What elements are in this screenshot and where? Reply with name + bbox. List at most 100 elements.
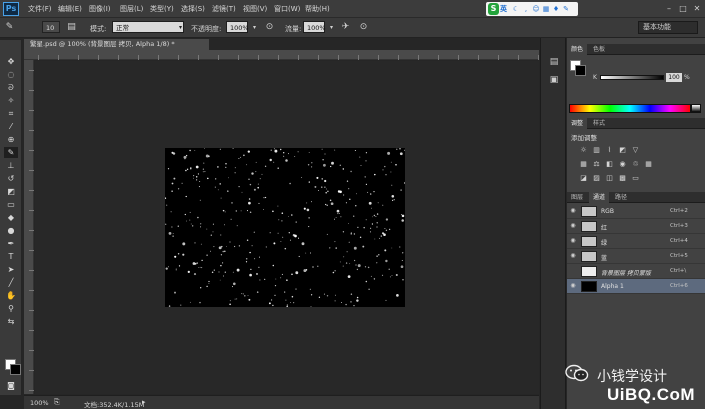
- eye-icon[interactable]: ◉: [569, 237, 577, 245]
- levels-icon[interactable]: ▥: [592, 146, 601, 154]
- tab-swatches[interactable]: 色板: [589, 44, 609, 55]
- k-slider[interactable]: [600, 75, 664, 80]
- channel-row-alpha-1[interactable]: ◉ Alpha 1 Ctrl+6: [567, 279, 705, 294]
- menu-view[interactable]: 视图(V): [243, 4, 267, 14]
- channel-row-rgb[interactable]: ◉ RGB Ctrl+2: [567, 204, 705, 219]
- opacity-input[interactable]: 100%: [226, 21, 249, 33]
- brush-tool-icon[interactable]: ✎: [4, 22, 15, 33]
- curves-icon[interactable]: ⌇: [605, 146, 614, 154]
- tab-layers[interactable]: 图层: [567, 192, 587, 203]
- color-spectrum[interactable]: [569, 104, 691, 113]
- exposure-icon[interactable]: ◩: [618, 146, 627, 154]
- zoom-tool-icon[interactable]: ⚲: [4, 303, 18, 314]
- lasso-tool-icon[interactable]: ᘐ: [4, 82, 18, 93]
- status-export-icon[interactable]: ⎘: [54, 398, 60, 407]
- eye-icon[interactable]: ◉: [569, 222, 577, 230]
- pen-tool-icon[interactable]: ✒: [4, 238, 18, 249]
- black-white-icon[interactable]: ◧: [605, 160, 614, 168]
- selective-color-icon[interactable]: ▩: [618, 174, 627, 182]
- quick-select-tool-icon[interactable]: ✧: [4, 95, 18, 106]
- clone-stamp-tool-icon[interactable]: ⊥: [4, 160, 18, 171]
- vibrance-icon[interactable]: ▽: [631, 146, 640, 154]
- dodge-tool-icon[interactable]: ●: [4, 225, 18, 236]
- document-canvas[interactable]: [165, 148, 405, 307]
- tab-paths[interactable]: 路径: [611, 192, 631, 203]
- ime-toolbar[interactable]: S 英 ☾ , ☺ ▦ ♦ ✎: [486, 2, 578, 16]
- brush-tool-icon[interactable]: ✎: [4, 147, 18, 158]
- channel-row-blue[interactable]: ◉ 蓝 Ctrl+5: [567, 249, 705, 264]
- menu-select[interactable]: 选择(S): [181, 4, 205, 14]
- brightness-icon[interactable]: ☼: [579, 146, 588, 154]
- ime-language[interactable]: 英: [500, 4, 507, 14]
- photo-filter-icon[interactable]: ◉: [618, 160, 627, 168]
- punctuation-icon[interactable]: ,: [522, 5, 530, 13]
- blur-tool-icon[interactable]: ◆: [4, 212, 18, 223]
- flow-input[interactable]: 100%: [303, 21, 326, 33]
- eye-icon[interactable]: ◉: [569, 282, 577, 290]
- threshold-icon[interactable]: ◫: [605, 174, 614, 182]
- tools-icon[interactable]: ✎: [562, 5, 570, 13]
- airbrush-icon[interactable]: ✈: [340, 22, 351, 33]
- ruler-vertical[interactable]: [24, 60, 34, 394]
- posterize-icon[interactable]: ▨: [592, 174, 601, 182]
- skin-icon[interactable]: ♦: [552, 5, 560, 13]
- swap-colors-icon[interactable]: ⇆: [4, 316, 18, 327]
- moon-icon[interactable]: ☾: [512, 5, 520, 13]
- document-tab[interactable]: 繁星.psd @ 100% (背景图层 拷贝, Alpha 1/8) *: [24, 39, 209, 50]
- menu-type[interactable]: 类型(Y): [150, 4, 174, 14]
- channel-row-layer-mask[interactable]: 背景图层 拷贝蒙版 Ctrl+\: [567, 264, 705, 279]
- path-select-tool-icon[interactable]: ➤: [4, 264, 18, 275]
- zoom-level[interactable]: 100%: [30, 399, 49, 407]
- mode-select[interactable]: 正常 ▾: [112, 21, 184, 33]
- line-tool-icon[interactable]: ╱: [4, 277, 18, 288]
- menu-image[interactable]: 图像(I): [89, 4, 111, 14]
- tab-styles[interactable]: 样式: [589, 118, 609, 129]
- opacity-dropdown-icon[interactable]: ▾: [249, 22, 260, 33]
- menu-edit[interactable]: 编辑(E): [58, 4, 82, 14]
- history-panel-icon[interactable]: ▤: [548, 56, 560, 68]
- pressure-size-icon[interactable]: ⊙: [358, 22, 369, 33]
- color-spectrum-shade[interactable]: [691, 104, 701, 113]
- quick-mask-icon[interactable]: ◙: [4, 380, 18, 391]
- menu-window[interactable]: 窗口(W): [274, 4, 300, 14]
- minimize-icon[interactable]: –: [663, 3, 675, 14]
- eyedropper-tool-icon[interactable]: ⁄: [4, 121, 18, 132]
- flow-dropdown-icon[interactable]: ▾: [326, 22, 337, 33]
- type-tool-icon[interactable]: T: [4, 251, 18, 262]
- history-brush-tool-icon[interactable]: ↺: [4, 173, 18, 184]
- color-lookup-icon[interactable]: ▦: [644, 160, 653, 168]
- smile-icon[interactable]: ☺: [532, 5, 540, 13]
- panel-background-swatch[interactable]: [575, 65, 586, 76]
- channel-mixer-icon[interactable]: ♲: [631, 160, 640, 168]
- keyboard-icon[interactable]: ▦: [542, 5, 550, 13]
- status-arrow-icon[interactable]: ▸: [142, 398, 146, 406]
- brush-size-preset[interactable]: 10: [42, 21, 60, 33]
- invert-icon[interactable]: ◪: [579, 174, 588, 182]
- move-tool-icon[interactable]: ✥: [4, 56, 18, 67]
- properties-panel-icon[interactable]: ▣: [548, 74, 560, 86]
- background-color-swatch[interactable]: [10, 364, 21, 375]
- eye-icon[interactable]: ◉: [569, 252, 577, 260]
- k-value-input[interactable]: 100: [666, 73, 682, 82]
- channel-row-green[interactable]: ◉ 绿 Ctrl+4: [567, 234, 705, 249]
- menu-help[interactable]: 帮助(H): [305, 4, 330, 14]
- color-balance-icon[interactable]: ⚖: [592, 160, 601, 168]
- maximize-icon[interactable]: □: [677, 3, 689, 14]
- tab-adjustments[interactable]: 调整: [567, 118, 588, 129]
- tab-color[interactable]: 颜色: [567, 44, 588, 55]
- gradient-map-icon[interactable]: ▭: [631, 174, 640, 182]
- marquee-tool-icon[interactable]: ◌: [4, 69, 18, 80]
- hand-tool-icon[interactable]: ✋: [4, 290, 18, 301]
- brush-panel-icon[interactable]: ▤: [66, 22, 77, 33]
- eye-icon[interactable]: ◉: [569, 207, 577, 215]
- menu-file[interactable]: 文件(F): [28, 4, 52, 14]
- crop-tool-icon[interactable]: ⌗: [4, 108, 18, 119]
- workspace-select[interactable]: 基本功能: [638, 21, 698, 34]
- gradient-tool-icon[interactable]: ▭: [4, 199, 18, 210]
- ruler-horizontal[interactable]: [24, 50, 539, 60]
- pressure-opacity-icon[interactable]: ⊙: [264, 22, 275, 33]
- channel-row-red[interactable]: ◉ 红 Ctrl+3: [567, 219, 705, 234]
- hue-saturation-icon[interactable]: ▦: [579, 160, 588, 168]
- menu-layer[interactable]: 图层(L): [120, 4, 143, 14]
- close-icon[interactable]: ✕: [691, 3, 703, 14]
